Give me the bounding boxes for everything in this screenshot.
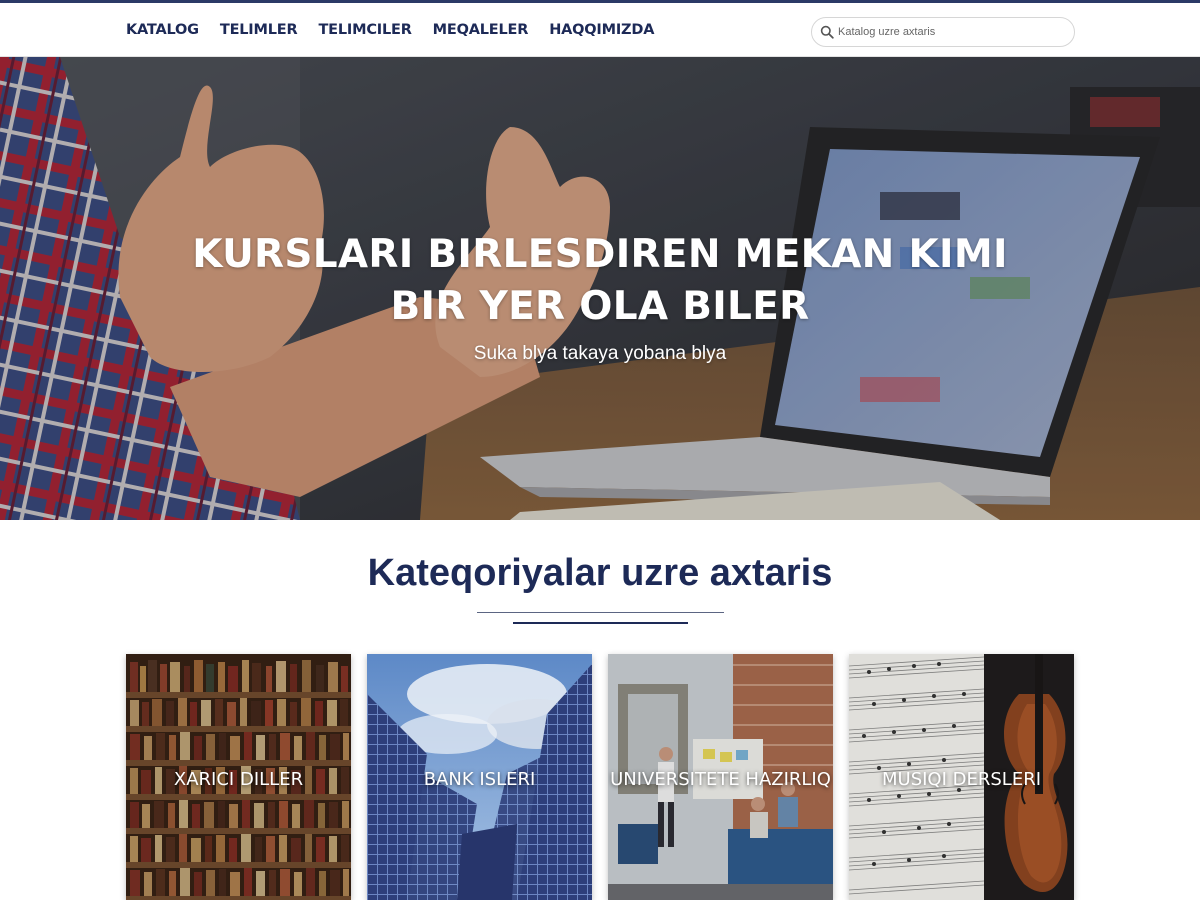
category-label: MUSIQI DERSLERI (881, 769, 1042, 790)
category-label: BANK ISLERI (423, 769, 536, 790)
nav-item-telimciler[interactable]: TELIMCILER (318, 22, 411, 38)
top-navigation-bar: KATALOG TELIMLER TELIMCILER MEQALELER HA… (0, 0, 1200, 57)
category-label: UNIVERSITETE HAZIRLIQ (610, 769, 831, 790)
hero-banner: KURSLARI BIRLESDIREN MEKAN KIMI BIR YER … (0, 57, 1200, 520)
main-nav: KATALOG TELIMLER TELIMCILER MEQALELER HA… (126, 22, 654, 38)
category-card-universitete-hazirliq[interactable]: UNIVERSITETE HAZIRLIQ (608, 654, 833, 900)
hero-title: KURSLARI BIRLESDIREN MEKAN KIMI BIR YER … (192, 232, 1008, 329)
category-card-musiqi-dersleri[interactable]: MUSIQI DERSLERI (849, 654, 1074, 900)
hero-subtitle: Suka blya takaya yobana blya (473, 343, 727, 364)
search-input[interactable] (838, 21, 1068, 43)
nav-item-telimler[interactable]: TELIMLER (220, 22, 298, 38)
categories-title: Kateqoriyalar uzre axtaris (367, 552, 833, 594)
nav-item-katalog[interactable]: KATALOG (126, 22, 199, 38)
nav-item-meqaleler[interactable]: MEQALELER (433, 22, 529, 38)
search-icon[interactable] (820, 25, 834, 39)
title-divider (477, 612, 724, 613)
nav-item-haqqimizda[interactable]: HAQQIMIZDA (549, 22, 654, 38)
search-box (811, 17, 1075, 47)
category-card-bank-isleri[interactable]: BANK ISLERI (367, 654, 592, 900)
title-underline (513, 622, 688, 624)
category-card-xarici-diller[interactable]: XARICI DILLER (126, 654, 351, 900)
category-label: XARICI DILLER (173, 769, 304, 790)
